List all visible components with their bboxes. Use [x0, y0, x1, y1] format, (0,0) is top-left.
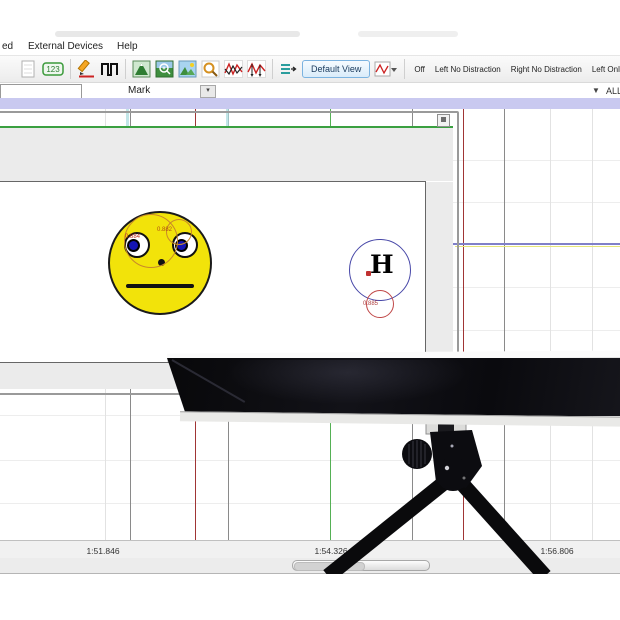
toolbar-separator	[125, 59, 126, 79]
legend-arrow-icon[interactable]	[279, 60, 298, 78]
tripod	[323, 420, 551, 574]
pencil-icon[interactable]	[77, 60, 96, 78]
mark-label: Mark	[128, 85, 151, 96]
gaze-trace-yellow	[455, 246, 620, 247]
panel-right-gap	[426, 182, 453, 360]
mountain-icon[interactable]	[132, 60, 151, 78]
gridline-vertical	[592, 109, 593, 540]
tripod-highlight	[450, 444, 454, 448]
smiley-mouth	[126, 284, 194, 288]
app-window: ed External Devices Help 123 Default Vie…	[0, 0, 620, 620]
target-red-dot	[366, 271, 371, 276]
eye-tracker-gloss	[230, 360, 490, 410]
chart-dropdown-icon[interactable]	[374, 60, 398, 78]
timestamp: 1:51.846	[86, 546, 120, 556]
mark-row: Mark ▾ ▼ ALL	[0, 83, 620, 99]
tripod-right-leg	[451, 472, 551, 574]
panel-collapse-glyph	[441, 117, 446, 122]
chevron-down-icon[interactable]: ▼	[592, 86, 600, 95]
zoom-in-green-icon[interactable]	[155, 60, 174, 78]
gaze-value-label: 0.882	[157, 227, 173, 233]
menu-item-external-devices[interactable]: External Devices	[28, 41, 103, 52]
panel-top-band	[0, 128, 453, 181]
mark-input[interactable]	[0, 84, 82, 99]
target-glyph: H	[370, 250, 394, 279]
counter-123-icon[interactable]: 123	[42, 60, 64, 78]
tripod-left-leg	[323, 472, 455, 574]
menu-item-partial[interactable]: ed	[2, 41, 13, 52]
toggle-off[interactable]: Off	[411, 65, 428, 74]
all-dropdown-label[interactable]: ALL	[606, 86, 620, 96]
pulse-icon[interactable]	[100, 60, 119, 78]
blank-list-icon[interactable]	[19, 60, 38, 78]
titlebar-smudge	[55, 31, 300, 37]
waveform-red-icon[interactable]	[224, 60, 243, 78]
waveform-arrows-icon[interactable]	[247, 60, 266, 78]
menu-item-help[interactable]: Help	[117, 41, 138, 52]
toolbar-separator	[272, 59, 273, 79]
panel-collapse-button[interactable]	[437, 114, 450, 127]
tripod-highlight	[444, 465, 450, 471]
small-mountains-icon[interactable]	[178, 60, 197, 78]
tripod-ball	[436, 457, 470, 491]
default-view-button[interactable]: Default View	[302, 60, 371, 78]
toolbar-separator	[404, 59, 406, 79]
stimulus-display: 0.882 0.884 H 0.885	[0, 181, 426, 363]
gaze-value-label: 0.885	[363, 301, 379, 307]
magnifier-yellow-icon[interactable]	[201, 60, 220, 78]
mark-dropdown-button[interactable]: ▾	[200, 85, 216, 98]
svg-text:123: 123	[46, 65, 60, 74]
toolbar: 123 Default View Off Left No Distraction…	[0, 55, 620, 83]
tripod-highlight	[462, 476, 466, 480]
titlebar-smudge	[358, 31, 458, 37]
marker-ruler-band	[0, 98, 620, 109]
menu-bar: ed External Devices Help	[0, 40, 620, 55]
toggle-right-no-distraction[interactable]: Right No Distraction	[508, 65, 585, 74]
toggle-left-no-distraction[interactable]: Left No Distraction	[432, 65, 504, 74]
toggle-left-only[interactable]: Left Only	[589, 65, 620, 74]
toolbar-separator	[70, 59, 71, 79]
gaze-value-label: 0.884	[125, 234, 141, 240]
